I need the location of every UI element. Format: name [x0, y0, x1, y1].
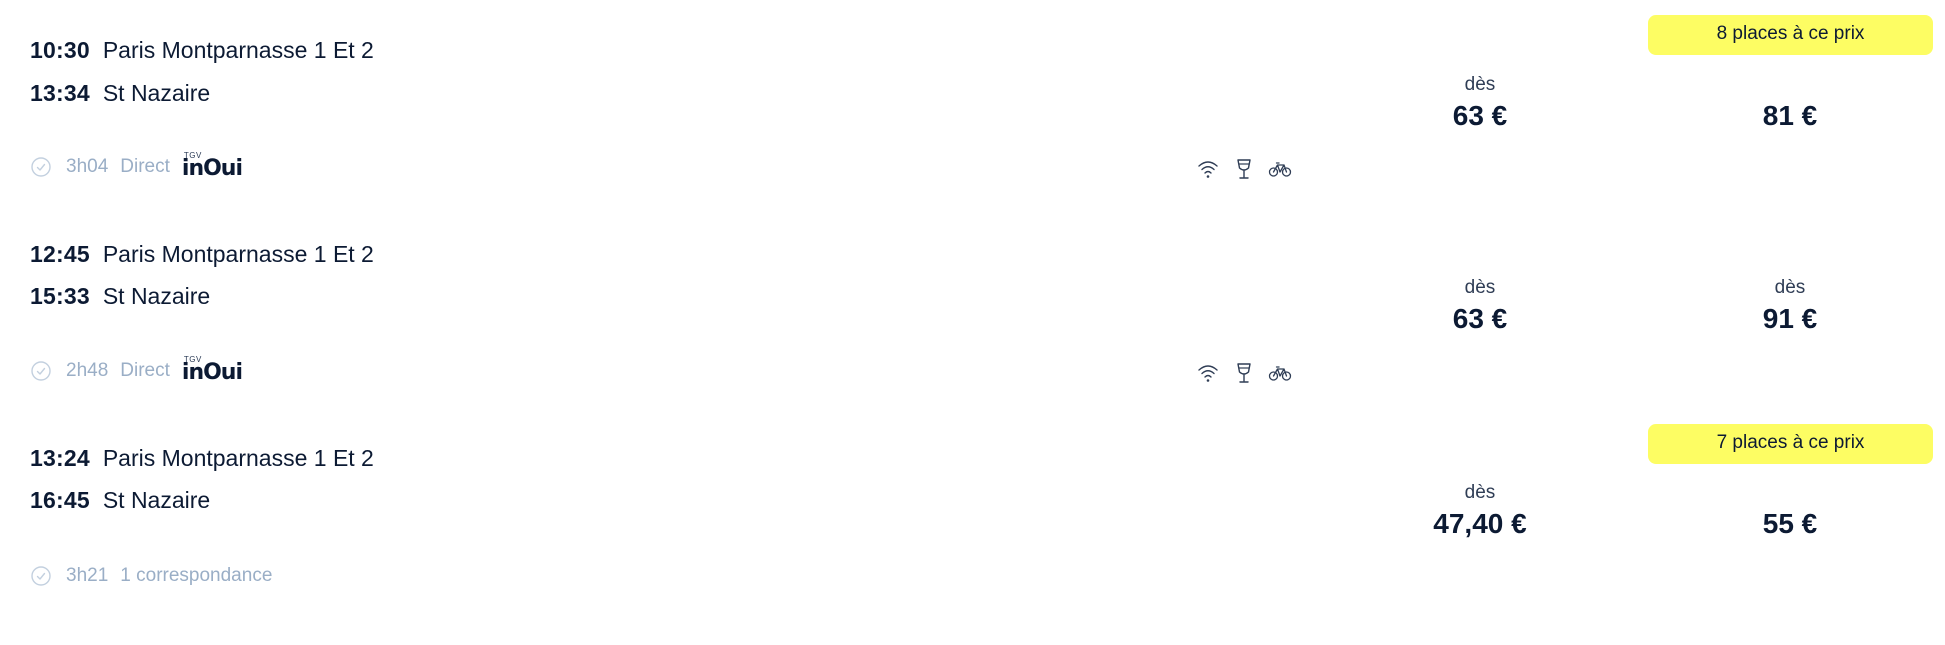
clock-icon	[31, 361, 51, 381]
onboard-services	[1196, 156, 1306, 182]
price-prefix: dès	[1464, 74, 1496, 95]
journey-duration: 3h04	[66, 156, 109, 177]
departure-line: 12:45 Paris Montparnasse 1 Et 2	[30, 238, 374, 270]
price-amount: 81 €	[1762, 100, 1818, 131]
wifi-icon	[1198, 365, 1218, 382]
first-class-price[interactable]: 81 €	[1670, 72, 1910, 134]
price-amount: 91 €	[1762, 303, 1818, 334]
price-amount: 55 €	[1762, 508, 1818, 539]
bar-icon	[1237, 363, 1251, 383]
departure-line: 10:30 Paris Montparnasse 1 Et 2	[30, 34, 374, 66]
departure-station: Paris Montparnasse 1 Et 2	[102, 444, 374, 471]
logo-brand-name: inOui	[181, 156, 243, 181]
tgv-inoui-logo: TGV inOui	[181, 355, 243, 385]
logo-tgv-label: TGV	[183, 355, 202, 364]
arrival-line: 15:33 St Nazaire	[30, 280, 210, 312]
arrival-time: 15:33	[30, 282, 90, 309]
price-prefix: dès	[1464, 482, 1496, 503]
price-prefix	[1670, 480, 1910, 506]
onboard-services	[1196, 360, 1306, 386]
journey-card[interactable]: 10:30 Paris Montparnasse 1 Et 2 13:34 St…	[0, 0, 1945, 205]
arrival-station: St Nazaire	[102, 282, 211, 309]
clock-icon	[31, 566, 51, 586]
wifi-icon	[1198, 161, 1218, 178]
second-class-price[interactable]: dès 63 €	[1360, 275, 1600, 337]
arrival-line: 13:34 St Nazaire	[30, 77, 210, 109]
journey-duration: 2h48	[66, 360, 109, 381]
availability-badge: 7 places à ce prix	[1648, 424, 1933, 464]
connection-type: 1 correspondance	[120, 565, 273, 586]
arrival-line: 16:45 St Nazaire	[30, 484, 210, 516]
arrival-time: 13:34	[30, 79, 90, 106]
price-prefix	[1670, 72, 1910, 98]
journey-meta: 2h48 Direct TGV inOui	[30, 355, 243, 385]
journey-meta: 3h21 1 correspondance	[30, 563, 284, 589]
first-class-price[interactable]: 55 €	[1670, 480, 1910, 542]
price-prefix: dès	[1464, 277, 1496, 298]
price-amount: 63 €	[1452, 100, 1508, 131]
connection-type: Direct	[120, 156, 170, 177]
journey-card[interactable]: 13:24 Paris Montparnasse 1 Et 2 16:45 St…	[0, 410, 1945, 615]
connection-type: Direct	[120, 360, 170, 381]
clock-icon	[31, 157, 51, 177]
tgv-inoui-logo: TGV inOui	[181, 151, 243, 181]
first-class-price[interactable]: dès 91 €	[1670, 275, 1910, 337]
journey-results-list: 10:30 Paris Montparnasse 1 Et 2 13:34 St…	[0, 0, 1945, 645]
arrival-station: St Nazaire	[102, 79, 211, 106]
departure-time: 13:24	[30, 444, 90, 471]
arrival-station: St Nazaire	[102, 486, 211, 513]
departure-time: 10:30	[30, 36, 90, 63]
journey-card[interactable]: 12:45 Paris Montparnasse 1 Et 2 15:33 St…	[0, 204, 1945, 409]
bar-icon	[1237, 159, 1251, 179]
price-amount: 47,40 €	[1433, 508, 1527, 539]
price-amount: 63 €	[1452, 303, 1508, 334]
departure-station: Paris Montparnasse 1 Et 2	[102, 240, 374, 267]
second-class-price[interactable]: dès 47,40 €	[1360, 480, 1600, 542]
price-prefix: dès	[1774, 277, 1806, 298]
bike-icon	[1268, 366, 1292, 381]
departure-station: Paris Montparnasse 1 Et 2	[102, 36, 374, 63]
departure-time: 12:45	[30, 240, 90, 267]
journey-meta: 3h04 Direct TGV inOui	[30, 151, 243, 181]
availability-badge: 8 places à ce prix	[1648, 15, 1933, 55]
logo-tgv-label: TGV	[183, 151, 202, 160]
logo-brand-name: inOui	[181, 360, 243, 385]
arrival-time: 16:45	[30, 486, 90, 513]
departure-line: 13:24 Paris Montparnasse 1 Et 2	[30, 442, 374, 474]
bike-icon	[1268, 162, 1292, 177]
second-class-price[interactable]: dès 63 €	[1360, 72, 1600, 134]
journey-duration: 3h21	[66, 565, 109, 586]
